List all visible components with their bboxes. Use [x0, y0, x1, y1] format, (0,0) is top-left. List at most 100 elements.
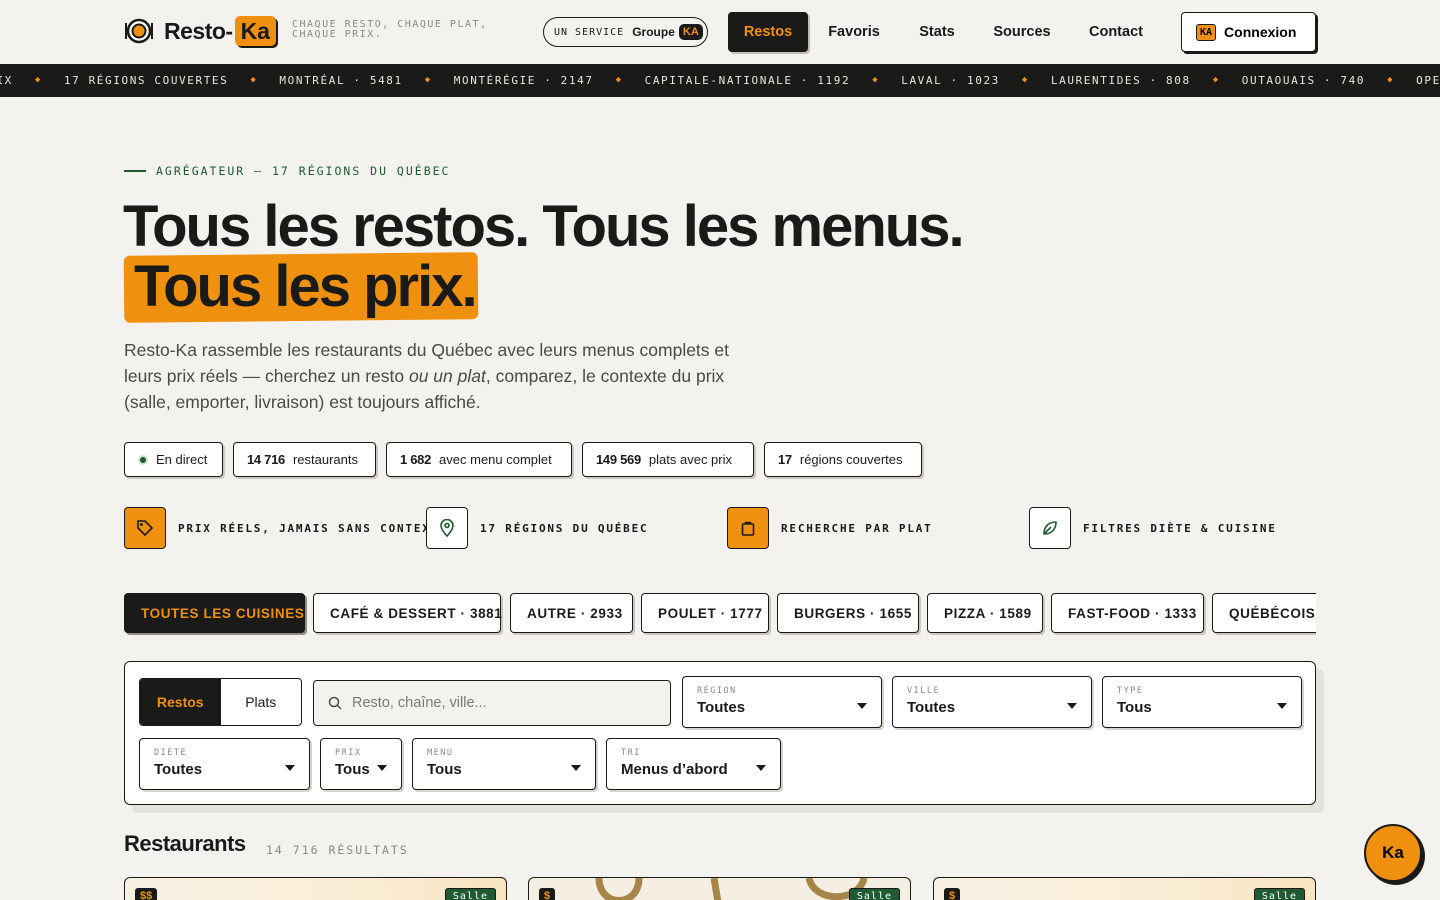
- ticker-item: LAURENTIDES · 808: [1050, 74, 1191, 87]
- service-pill[interactable]: UN SERVICE Groupe KA: [543, 17, 708, 47]
- tagline: CHAQUE RESTO, CHAQUE PLAT, CHAQUE PRIX.: [292, 19, 488, 40]
- feature-label: FILTRES DIÈTE & CUISINE: [1083, 521, 1277, 535]
- cuisine-pill-fast-food[interactable]: FAST-FOOD · 1333: [1051, 593, 1204, 633]
- restaurant-card[interactable]: $ Salle: [933, 877, 1316, 900]
- restaurant-card[interactable]: $ Salle: [528, 877, 911, 900]
- stat-value: 17: [778, 452, 792, 467]
- ticker-item: OUTAOUAIS · 740: [1241, 74, 1366, 87]
- cuisine-pill-burgers[interactable]: BURGERS · 1655: [777, 593, 919, 633]
- ticker-item: CAPITALE-NATIONALE · 1192: [644, 74, 851, 87]
- bag-icon: [727, 507, 769, 549]
- chevron-down-icon: [1277, 703, 1287, 709]
- connexion-button[interactable]: KA Connexion: [1181, 12, 1316, 52]
- stat-value: 149 569: [596, 452, 641, 467]
- ticker-separator-icon: ◆: [872, 75, 880, 85]
- cuisine-pill-autre[interactable]: AUTRE · 2933: [510, 593, 633, 633]
- eyebrow-text: AGRÉGATEUR — 17 RÉGIONS DU QUÉBEC: [156, 164, 451, 178]
- feature-label: PRIX RÉELS, JAMAIS SANS CONTEXTE: [178, 521, 448, 535]
- service-ka-badge: KA: [678, 24, 703, 40]
- ticker-item: MONTÉRÉGIE · 2147: [453, 74, 594, 87]
- ka-assistant-button[interactable]: Ka: [1364, 824, 1422, 882]
- stat-label: plats avec prix: [648, 452, 732, 467]
- nav-contact[interactable]: Contact: [1082, 12, 1150, 52]
- ticker-separator-icon: ◆: [1387, 75, 1395, 85]
- mode-badge: Salle: [848, 888, 900, 900]
- prix-select[interactable]: PRIX Tous: [320, 738, 402, 790]
- hero-title-line1: Tous les restos. Tous les menus.: [123, 194, 965, 259]
- ticker-separator-icon: ◆: [424, 75, 432, 85]
- ticker-item: LAVAL · 1023: [901, 74, 1000, 87]
- feature-regions: 17 RÉGIONS DU QUÉBEC: [426, 507, 648, 549]
- chevron-down-icon: [857, 703, 867, 709]
- price-badge: $: [944, 888, 961, 900]
- cuisine-pill-poulet[interactable]: POULET · 1777: [641, 593, 769, 633]
- menu-select[interactable]: MENU Tous: [412, 738, 596, 790]
- search-panel: Restos Plats RÉGION Toutes VILLE Toutes …: [124, 661, 1316, 805]
- search-input[interactable]: [352, 695, 652, 711]
- stat-chip-restaurants: 14 716 restaurants: [233, 442, 376, 477]
- live-chip: En direct: [124, 442, 223, 477]
- logo-ka-badge: Ka: [234, 16, 276, 46]
- lead-emphasis: ou un plat: [408, 366, 486, 386]
- results-title: Restaurants: [124, 831, 246, 856]
- cuisine-pill-quebecois[interactable]: QUÉBÉCOIS ·: [1212, 593, 1316, 633]
- tri-select[interactable]: TRI Menus d’abord: [606, 738, 781, 790]
- stat-chip-regions: 17 régions couvertes: [764, 442, 922, 477]
- search-icon: [328, 696, 342, 710]
- leaf-icon: [1029, 507, 1071, 549]
- ticker-separator-icon: ◆: [34, 75, 42, 85]
- select-value: Tous: [1117, 699, 1152, 716]
- results-count: 14 716 RÉSULTATS: [266, 843, 409, 857]
- logo[interactable]: Resto- Ka: [124, 16, 276, 46]
- select-label: MENU: [427, 748, 454, 758]
- tag-icon: [124, 507, 166, 549]
- ticker-separator-icon: ◆: [1212, 75, 1220, 85]
- ticker-separator-icon: ◆: [250, 75, 258, 85]
- mode-badge: Salle: [1253, 888, 1305, 900]
- select-label: TYPE: [1117, 686, 1144, 696]
- region-ticker: PRIX ◆ 17 RÉGIONS COUVERTES ◆ MONTRÉAL · 548…: [0, 64, 1440, 97]
- feature-label: RECHERCHE PAR PLAT: [781, 521, 933, 535]
- hero-title-line2: Tous les prix.: [134, 254, 478, 319]
- mode-plats-button[interactable]: Plats: [221, 679, 302, 725]
- nav-sources[interactable]: Sources: [988, 12, 1056, 52]
- top-header: Resto- Ka CHAQUE RESTO, CHAQUE PLAT, CHA…: [0, 0, 1440, 64]
- connexion-label: Connexion: [1224, 24, 1297, 40]
- select-label: PRIX: [335, 748, 362, 758]
- price-badge: $$: [135, 888, 158, 900]
- cuisine-filter-bar: TOUTES LES CUISINES CAFÉ & DESSERT · 388…: [124, 593, 1316, 637]
- ticker-separator-icon: ◆: [615, 75, 623, 85]
- nav-favoris[interactable]: Favoris: [822, 12, 886, 52]
- chevron-down-icon: [756, 765, 766, 771]
- eyebrow-line: [124, 170, 146, 172]
- chevron-down-icon: [1067, 703, 1077, 709]
- stat-label: restaurants: [292, 452, 359, 467]
- diete-select[interactable]: DIÈTE Toutes: [139, 738, 310, 790]
- nav-stats[interactable]: Stats: [910, 12, 964, 52]
- hero-eyebrow: AGRÉGATEUR — 17 RÉGIONS DU QUÉBEC: [124, 164, 450, 178]
- restaurant-card[interactable]: $$ Salle: [124, 877, 507, 900]
- cuisine-pill-pizza[interactable]: PIZZA · 1589: [927, 593, 1043, 633]
- cuisine-pill-cafe-dessert[interactable]: CAFÉ & DESSERT · 3881: [313, 593, 502, 633]
- nav-restos[interactable]: Restos: [728, 12, 808, 52]
- select-value: Menus d’abord: [621, 761, 728, 778]
- connexion-ka-badge: KA: [1196, 23, 1217, 41]
- stat-label: régions couvertes: [799, 452, 903, 467]
- chevron-down-icon: [285, 765, 295, 771]
- stat-chip-menus: 1 682 avec menu complet: [386, 442, 572, 477]
- region-select[interactable]: RÉGION Toutes: [682, 676, 882, 728]
- stat-value: 1 682: [400, 452, 432, 467]
- stat-chip-plats: 149 569 plats avec prix: [582, 442, 754, 477]
- cuisine-pill-all[interactable]: TOUTES LES CUISINES: [124, 593, 305, 633]
- feature-label: 17 RÉGIONS DU QUÉBEC: [480, 521, 649, 535]
- logo-text: Resto-: [164, 17, 233, 44]
- stat-label: avec menu complet: [439, 452, 552, 467]
- chevron-down-icon: [571, 765, 581, 771]
- type-select[interactable]: TYPE Tous: [1102, 676, 1302, 728]
- select-value: Toutes: [907, 699, 956, 716]
- hero-lead: Resto-Ka rassemble les restaurants du Qu…: [124, 337, 764, 415]
- service-groupe: Groupe: [632, 25, 675, 39]
- ville-select[interactable]: VILLE Toutes: [892, 676, 1092, 728]
- mode-restos-button[interactable]: Restos: [140, 679, 221, 725]
- select-label: RÉGION: [697, 686, 737, 696]
